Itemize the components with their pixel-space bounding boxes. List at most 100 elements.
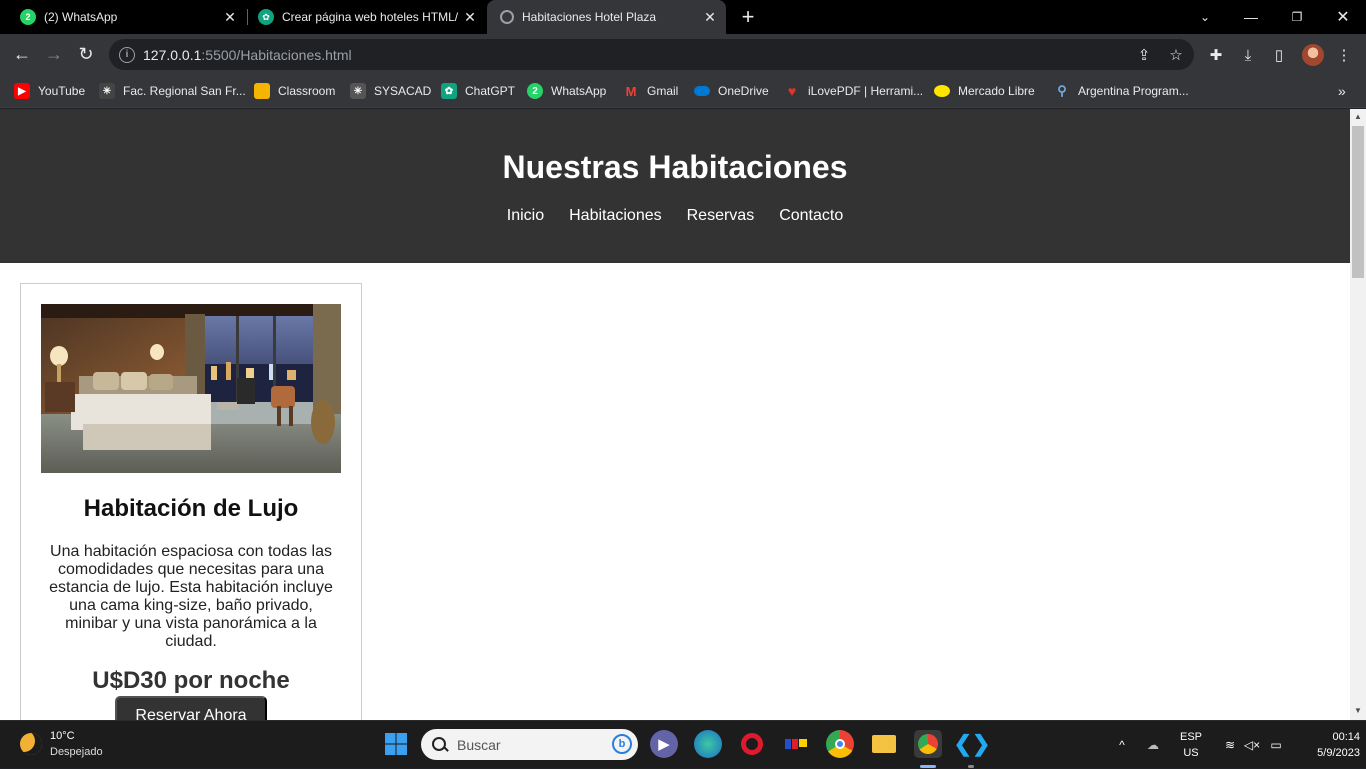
bookmark-label: ChatGPT	[465, 84, 516, 98]
address-bar[interactable]: i 127.0.0.1:5500/Habitaciones.html ⇪ ☆	[109, 39, 1194, 70]
nav-contacto[interactable]: Contacto	[779, 207, 843, 225]
wifi-icon[interactable]: ≋	[1220, 721, 1240, 769]
reload-icon[interactable]: ↻	[72, 40, 100, 68]
chrome-icon[interactable]	[826, 730, 854, 758]
overflow-chevron: »	[1338, 83, 1346, 99]
chatgpt-icon: ✿	[441, 83, 457, 99]
close-tab-icon[interactable]: ✕	[702, 9, 718, 25]
tab-whatsapp[interactable]: 2 (2) WhatsApp ✕	[0, 0, 246, 34]
youtube-icon: ▶	[14, 83, 30, 99]
nav-reservas[interactable]: Reservas	[687, 207, 755, 225]
bookmark-ilovepdf[interactable]: ♥ iLovePDF | Herrami...	[784, 81, 923, 101]
room-photo	[41, 304, 341, 473]
browser-chrome: 2 (2) WhatsApp ✕ ✿ Crear página web hote…	[0, 0, 1366, 109]
bookmark-argentina-programa[interactable]: ⚲ Argentina Program...	[1054, 81, 1189, 101]
clock-time: 00:14	[1332, 731, 1360, 743]
scroll-thumb[interactable]	[1352, 126, 1364, 278]
lang-primary: ESP	[1179, 731, 1202, 743]
vertical-scrollbar[interactable]: ▲ ▼	[1350, 109, 1366, 720]
nav-habitaciones[interactable]: Habitaciones	[569, 207, 662, 225]
room-description: Una habitación espaciosa con todas las c…	[49, 543, 333, 650]
vscode-icon[interactable]: ❮❯	[954, 730, 991, 758]
sysacad-icon: ✳	[350, 83, 366, 99]
menu-kebab-icon[interactable]: ⋮	[1333, 44, 1355, 66]
tab-strip: 2 (2) WhatsApp ✕ ✿ Crear página web hote…	[0, 0, 1366, 34]
url-text[interactable]: 127.0.0.1:5500/Habitaciones.html	[143, 47, 352, 63]
bookmark-fac-regional[interactable]: ✳ Fac. Regional San Fr...	[99, 81, 246, 101]
tab-title: (2) WhatsApp	[44, 10, 118, 24]
tab-chatgpt[interactable]: ✿ Crear página web hoteles HTML/ ✕	[238, 0, 486, 34]
close-tab-icon[interactable]: ✕	[222, 9, 238, 25]
share-icon[interactable]: ⇪	[1134, 45, 1154, 65]
bookmark-mercado-libre[interactable]: Mercado Libre	[934, 81, 1035, 101]
bookmark-label: Fac. Regional San Fr...	[123, 84, 246, 98]
nav-inicio[interactable]: Inicio	[507, 207, 544, 225]
profile-avatar[interactable]	[1302, 44, 1324, 66]
scroll-up-icon[interactable]: ▲	[1354, 113, 1362, 121]
restore-icon[interactable]: ❐	[1274, 0, 1320, 34]
search-placeholder: Buscar	[457, 736, 501, 753]
new-tab-button[interactable]: +	[736, 0, 760, 34]
back-arrow-icon[interactable]: ←	[8, 40, 36, 68]
side-panel-icon[interactable]: ▯	[1268, 44, 1290, 66]
bookmark-chatgpt[interactable]: ✿ ChatGPT	[441, 81, 515, 101]
opera-icon[interactable]	[738, 730, 766, 758]
speaker-muted-icon[interactable]: ◁×	[1242, 721, 1262, 769]
app-icon[interactable]	[782, 730, 810, 758]
close-tab-icon[interactable]: ✕	[462, 9, 478, 25]
bing-icon[interactable]: b	[612, 734, 632, 754]
chrome-center	[835, 739, 845, 749]
bookmark-sysacad[interactable]: ✳ SYSACAD	[350, 81, 431, 101]
minimize-icon[interactable]: —	[1228, 0, 1274, 34]
search-icon	[431, 736, 449, 754]
tray-overflow-chevron-icon[interactable]: ^	[1112, 721, 1132, 769]
bookmark-label: Gmail	[647, 84, 679, 98]
reserve-button[interactable]: Reservar Ahora	[115, 696, 267, 720]
onedrive-sync-icon[interactable]: ☁	[1142, 721, 1164, 769]
edge-icon[interactable]	[694, 730, 722, 758]
bookmark-onedrive[interactable]: OneDrive	[694, 81, 769, 101]
room-title: Habitación de Lujo	[83, 495, 299, 522]
forward-arrow-icon[interactable]: →	[40, 40, 68, 68]
moon-icon[interactable]	[20, 733, 42, 755]
chatgpt-icon: ✿	[258, 9, 274, 25]
argentina-program-icon: ⚲	[1057, 83, 1067, 98]
scroll-down-icon[interactable]: ▼	[1354, 707, 1362, 715]
teams-meet-icon[interactable]: ▶	[650, 730, 678, 758]
tab-habitaciones[interactable]: Habitaciones Hotel Plaza ✕	[487, 0, 726, 34]
chrome-profile-icon[interactable]	[914, 730, 942, 758]
tab-search-chevron-icon[interactable]: ⌄	[1182, 0, 1228, 34]
bookmark-whatsapp[interactable]: 2 WhatsApp	[527, 81, 606, 101]
browser-toolbar: ← → ↻ i 127.0.0.1:5500/Habitaciones.html…	[0, 34, 1366, 75]
battery-icon[interactable]: ▭	[1266, 721, 1286, 769]
bookmark-youtube[interactable]: ▶ YouTube	[14, 81, 85, 101]
weather-temp[interactable]: 10°C	[50, 730, 75, 742]
start-windows-icon[interactable]	[382, 730, 410, 758]
app-color-blocks	[785, 739, 807, 749]
windows-logo	[385, 733, 407, 755]
bookmark-label: Argentina Program...	[1078, 84, 1189, 98]
extensions-puzzle-icon[interactable]: ✚	[1205, 44, 1227, 66]
site-info-icon[interactable]: i	[119, 46, 135, 63]
taskbar-search[interactable]: Buscar b	[421, 729, 638, 760]
clock[interactable]: 00:14 5/9/2023	[1290, 729, 1360, 761]
bookmark-gmail[interactable]: M Gmail	[623, 81, 679, 101]
classroom-icon	[254, 83, 270, 99]
weather-desc[interactable]: Despejado	[50, 746, 103, 758]
bookmarks-overflow-icon[interactable]: »	[1338, 81, 1346, 101]
file-explorer-icon[interactable]	[870, 730, 898, 758]
lang-secondary: US	[1183, 747, 1199, 759]
room-price: U$D30 por noche	[92, 667, 290, 694]
download-icon[interactable]: ⤓	[1237, 44, 1259, 66]
bookmark-label: Mercado Libre	[958, 84, 1035, 98]
clock-date: 5/9/2023	[1317, 747, 1360, 759]
ilovepdf-icon: ♥	[787, 83, 797, 99]
page-viewport: Nuestras Habitaciones Inicio Habitacione…	[0, 109, 1350, 720]
bookmark-classroom[interactable]: Classroom	[254, 81, 335, 101]
bookmark-label: SYSACAD	[374, 84, 432, 98]
close-window-icon[interactable]: ✕	[1320, 0, 1366, 34]
tab-title: Habitaciones Hotel Plaza	[522, 10, 657, 24]
input-language[interactable]: ESP US	[1176, 729, 1206, 761]
bookmarks-bar: ▶ YouTube ✳ Fac. Regional San Fr... Classr…	[0, 75, 1366, 108]
bookmark-star-icon[interactable]: ☆	[1166, 45, 1186, 65]
